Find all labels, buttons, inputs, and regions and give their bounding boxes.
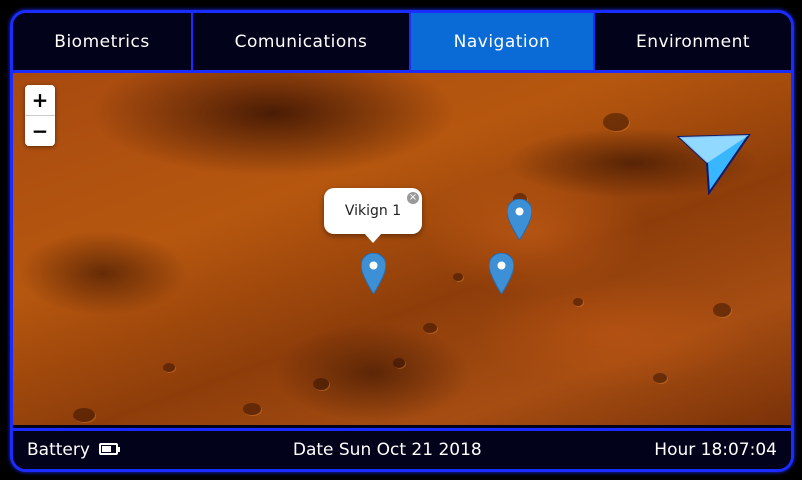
map-marker-icon[interactable] [489,253,514,294]
mars-map[interactable]: + − Vikign 1 × [13,73,791,425]
zoom-out-button[interactable]: − [25,116,55,146]
zoom-control: + − [25,85,55,146]
tab-navigation[interactable]: Navigation [411,13,595,70]
map-marker-icon[interactable] [507,199,532,240]
tab-biometrics[interactable]: Biometrics [13,13,193,70]
popup-label: Vikign 1 [344,203,402,219]
battery-label: Battery [27,440,90,460]
zoom-in-button[interactable]: + [25,85,55,116]
date-label: Date Sun Oct 21 2018 [292,440,482,460]
dashboard-frame: Biometrics Comunications Navigation Envi… [10,10,794,472]
marker-popup: Vikign 1 × [324,188,422,243]
popup-close-button[interactable]: × [407,192,419,204]
map-marker-icon[interactable] [361,253,386,294]
tab-comunications[interactable]: Comunications [193,13,411,70]
status-bar: Battery Date Sun Oct 21 2018 Hour 18:07:… [13,428,791,469]
battery-icon [99,443,121,455]
hour-label: Hour 18:07:04 [654,440,777,460]
battery-status: Battery [27,440,121,460]
navigation-arrow-icon [677,133,751,195]
tab-bar: Biometrics Comunications Navigation Envi… [13,13,791,73]
tab-environment[interactable]: Environment [595,13,791,70]
